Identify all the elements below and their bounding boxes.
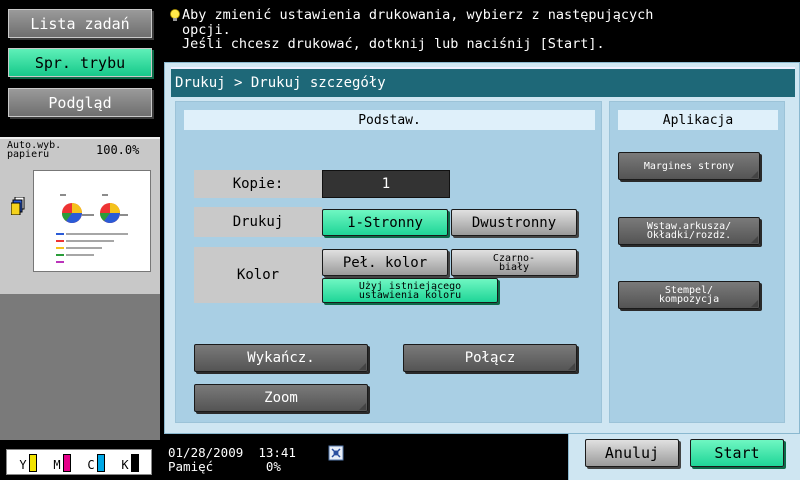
color-label: Kolor <box>194 247 322 303</box>
toner-yellow-level <box>28 454 37 472</box>
page-margin-button[interactable]: Margines strony <box>618 152 760 180</box>
toner-magenta: M <box>53 452 71 472</box>
insert-sheet-button[interactable]: Wstaw.arkusza/ Okładki/rozdz. <box>618 217 760 245</box>
toner-levels: Y M C K <box>6 449 152 475</box>
status-time: 13:41 <box>258 445 296 460</box>
copies-field[interactable]: 1 <box>322 170 450 198</box>
job-list-button[interactable]: Lista zadań <box>8 9 152 38</box>
print-mode-label: Drukuj <box>194 207 322 237</box>
application-header: Aplikacja <box>618 110 778 130</box>
combine-button[interactable]: Połącz <box>403 344 577 372</box>
left-pane: Lista zadań Spr. trybu Podgląd Auto.wyb.… <box>0 0 160 480</box>
preview-button[interactable]: Podgląd <box>8 88 152 117</box>
use-existing-color-button[interactable]: Użyj istniejącego ustawienia koloru <box>322 278 498 303</box>
toner-cyan-level <box>96 454 105 472</box>
toner-cyan-label: C <box>87 458 95 472</box>
finishing-button[interactable]: Wykańcz. <box>194 344 368 372</box>
cancel-button[interactable]: Anuluj <box>585 439 679 467</box>
page-thumbnail <box>33 170 151 272</box>
left-lower-area <box>0 294 160 440</box>
basic-settings-header: Podstaw. <box>184 110 595 130</box>
start-button[interactable]: Start <box>690 439 784 467</box>
two-sided-button[interactable]: Dwustronny <box>451 209 577 236</box>
stamp-composition-button[interactable]: Stempel/ kompozycja <box>618 281 760 309</box>
paper-select-label: Auto.wyb. papieru <box>7 140 62 160</box>
toner-yellow: Y <box>19 452 37 472</box>
toner-cyan: C <box>87 452 105 472</box>
message-line-3: Jeśli chcesz drukować, dotknij lub naciś… <box>182 36 605 52</box>
toner-magenta-label: M <box>53 458 61 472</box>
memory-label: Pamięć <box>168 459 214 474</box>
full-color-button[interactable]: Peł. kolor <box>322 249 448 276</box>
instruction-message: Aby zmienić ustawienia drukowania, wybie… <box>168 8 796 52</box>
black-white-button[interactable]: Czarno- biały <box>451 249 577 276</box>
status-date: 01/28/2009 <box>168 445 244 460</box>
message-line-1: Aby zmienić ustawienia drukowania, wybie… <box>182 7 654 23</box>
application-section: Aplikacja Margines strony Wstaw.arkusza/… <box>609 101 785 423</box>
network-status-icon <box>328 445 344 461</box>
copies-label: Kopie: <box>194 170 322 198</box>
toner-magenta-level <box>62 454 71 472</box>
basic-settings-section: Podstaw. Kopie: 1 Drukuj 1-Stronny Dwust… <box>175 101 602 423</box>
toner-black: K <box>121 452 139 472</box>
one-sided-button[interactable]: 1-Stronny <box>322 209 448 236</box>
zoom-value: 100.0% <box>96 143 140 157</box>
action-button-area: Anuluj Start <box>568 434 800 480</box>
preview-area: Auto.wyb. papieru 100.0% <box>0 137 160 294</box>
toner-yellow-label: Y <box>19 458 27 472</box>
status-bar: 01/28/2009 13:41 Pamięć 0% <box>168 446 296 474</box>
breadcrumb: Drukuj > Drukuj szczegóły <box>171 67 795 97</box>
print-details-panel: Drukuj > Drukuj szczegóły Podstaw. Kopie… <box>164 62 800 434</box>
mode-check-button[interactable]: Spr. trybu <box>8 48 152 77</box>
toner-black-level <box>130 454 139 472</box>
toner-black-label: K <box>121 458 129 472</box>
thumbnail-content-icon <box>56 194 128 263</box>
zoom-button[interactable]: Zoom <box>194 384 368 412</box>
memory-value: 0% <box>265 459 281 474</box>
document-stack-icon <box>11 197 25 215</box>
